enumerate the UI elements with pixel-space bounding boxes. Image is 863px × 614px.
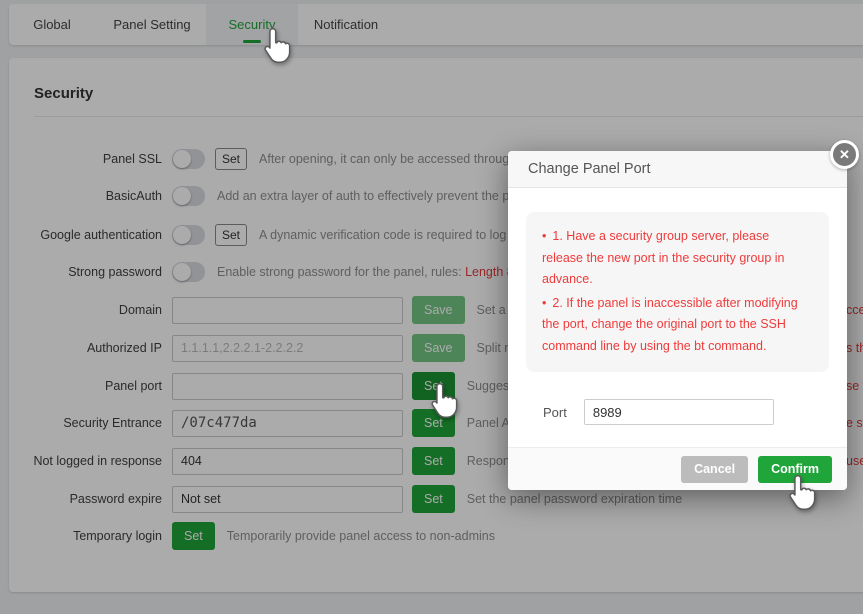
port-input[interactable] xyxy=(584,399,774,425)
cancel-button[interactable]: Cancel xyxy=(681,456,748,483)
warning-line-1: •1. Have a security group server, please… xyxy=(542,226,813,291)
bullet-icon: • xyxy=(542,229,546,243)
close-icon[interactable]: ✕ xyxy=(830,140,859,169)
modal-title: Change Panel Port xyxy=(508,151,847,188)
warning-text-2: 2. If the panel is inaccessible after mo… xyxy=(542,296,798,353)
confirm-button[interactable]: Confirm xyxy=(758,456,832,483)
warning-text-1: 1. Have a security group server, please … xyxy=(542,229,785,286)
modal-port-row: Port xyxy=(543,399,847,425)
bullet-icon: • xyxy=(542,296,546,310)
port-label: Port xyxy=(543,405,567,420)
modal-warning-box: •1. Have a security group server, please… xyxy=(526,212,829,372)
security-settings-page: Global Panel Setting Security Notificati… xyxy=(0,0,863,614)
change-panel-port-modal: Change Panel Port ✕ •1. Have a security … xyxy=(508,151,847,490)
warning-line-2: •2. If the panel is inaccessible after m… xyxy=(542,293,813,358)
modal-footer: Cancel Confirm xyxy=(508,447,847,490)
